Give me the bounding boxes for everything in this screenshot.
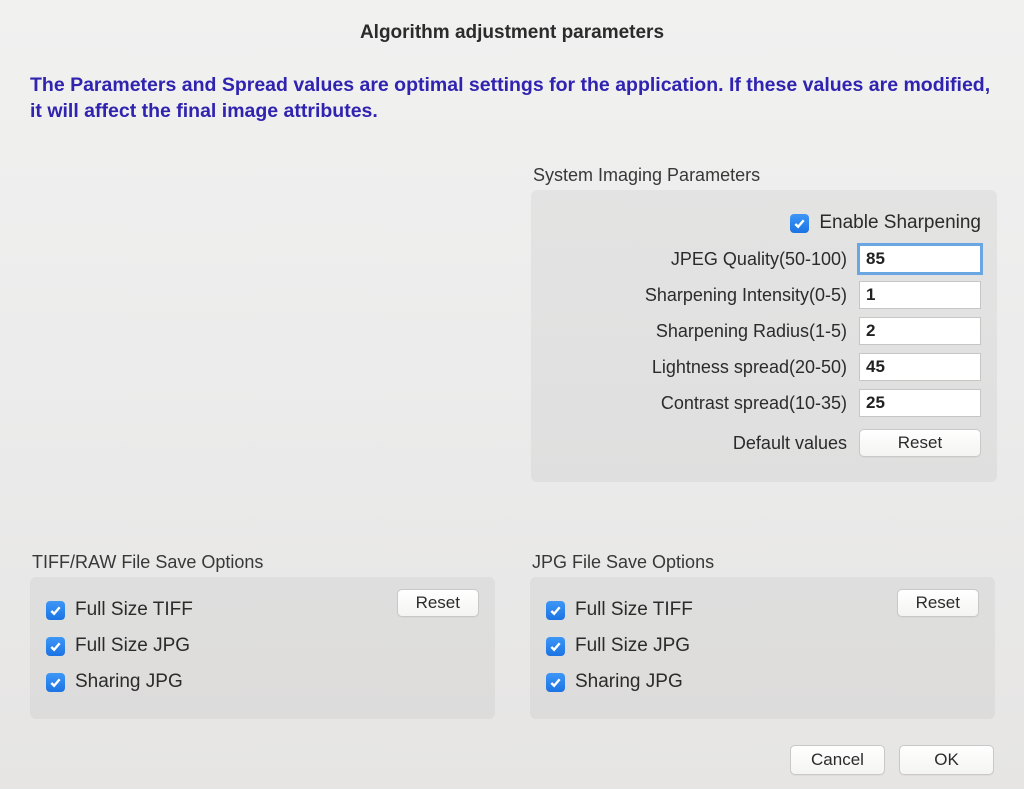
tiff-raw-body: Reset Full Size TIFF Full Size JPG Shari… — [30, 577, 495, 719]
sharpening-radius-label: Sharpening Radius(1-5) — [656, 321, 847, 342]
jpg-body: Reset Full Size TIFF Full Size JPG Shari… — [530, 577, 995, 719]
enable-sharpening-row: Enable Sharpening — [541, 208, 981, 238]
jpg-title: JPG File Save Options — [530, 552, 995, 573]
jpg-group: JPG File Save Options Reset Full Size TI… — [530, 552, 995, 719]
jpg-full-jpg-checkbox[interactable]: Full Size JPG — [546, 631, 979, 661]
lightness-spread-input[interactable] — [859, 353, 981, 381]
jpg-sharing-jpg-checkbox[interactable]: Sharing JPG — [546, 667, 979, 697]
sharpening-intensity-label: Sharpening Intensity(0-5) — [645, 285, 847, 306]
jpeg-quality-row: JPEG Quality(50-100) — [541, 244, 981, 274]
checkmark-icon — [546, 601, 565, 620]
lightness-spread-label: Lightness spread(20-50) — [652, 357, 847, 378]
dialog-title: Algorithm adjustment parameters — [30, 22, 994, 44]
tiff-full-jpg-label: Full Size JPG — [75, 635, 190, 657]
tiff-raw-title: TIFF/RAW File Save Options — [30, 552, 495, 573]
lightness-spread-row: Lightness spread(20-50) — [541, 352, 981, 382]
system-imaging-group: System Imaging Parameters Enable Sharpen… — [530, 164, 998, 483]
jpeg-quality-input[interactable] — [859, 245, 981, 273]
enable-sharpening-label: Enable Sharpening — [819, 212, 981, 234]
tiff-full-jpg-checkbox[interactable]: Full Size JPG — [46, 631, 479, 661]
sys-reset-button[interactable]: Reset — [859, 429, 981, 457]
checkmark-icon — [790, 214, 809, 233]
sharpening-radius-input[interactable] — [859, 317, 981, 345]
jpg-sharing-jpg-label: Sharing JPG — [575, 671, 683, 693]
sharpening-intensity-input[interactable] — [859, 281, 981, 309]
contrast-spread-label: Contrast spread(10-35) — [661, 393, 847, 414]
tiff-full-tiff-label: Full Size TIFF — [75, 599, 193, 621]
default-values-row: Default values Reset — [541, 428, 981, 458]
contrast-spread-row: Contrast spread(10-35) — [541, 388, 981, 418]
jpg-reset-button[interactable]: Reset — [897, 589, 979, 617]
jpg-full-jpg-label: Full Size JPG — [575, 635, 690, 657]
checkmark-icon — [46, 673, 65, 692]
enable-sharpening-checkbox[interactable]: Enable Sharpening — [790, 208, 981, 238]
sharpening-intensity-row: Sharpening Intensity(0-5) — [541, 280, 981, 310]
jpg-full-tiff-label: Full Size TIFF — [575, 599, 693, 621]
default-values-label: Default values — [733, 433, 847, 454]
tiff-sharing-jpg-checkbox[interactable]: Sharing JPG — [46, 667, 479, 697]
checkmark-icon — [546, 673, 565, 692]
contrast-spread-input[interactable] — [859, 389, 981, 417]
system-imaging-title: System Imaging Parameters — [531, 165, 997, 186]
checkmark-icon — [46, 637, 65, 656]
dialog-actions: Cancel OK — [790, 745, 994, 775]
checkmark-icon — [546, 637, 565, 656]
system-imaging-body: Enable Sharpening JPEG Quality(50-100) S… — [531, 190, 997, 482]
jpeg-quality-label: JPEG Quality(50-100) — [671, 249, 847, 270]
tiff-sharing-jpg-label: Sharing JPG — [75, 671, 183, 693]
tiff-raw-group: TIFF/RAW File Save Options Reset Full Si… — [30, 552, 495, 719]
cancel-button[interactable]: Cancel — [790, 745, 885, 775]
sharpening-radius-row: Sharpening Radius(1-5) — [541, 316, 981, 346]
ok-button[interactable]: OK — [899, 745, 994, 775]
warning-text: The Parameters and Spread values are opt… — [30, 72, 994, 125]
dialog: Algorithm adjustment parameters The Para… — [0, 0, 1024, 789]
tiff-reset-button[interactable]: Reset — [397, 589, 479, 617]
checkmark-icon — [46, 601, 65, 620]
